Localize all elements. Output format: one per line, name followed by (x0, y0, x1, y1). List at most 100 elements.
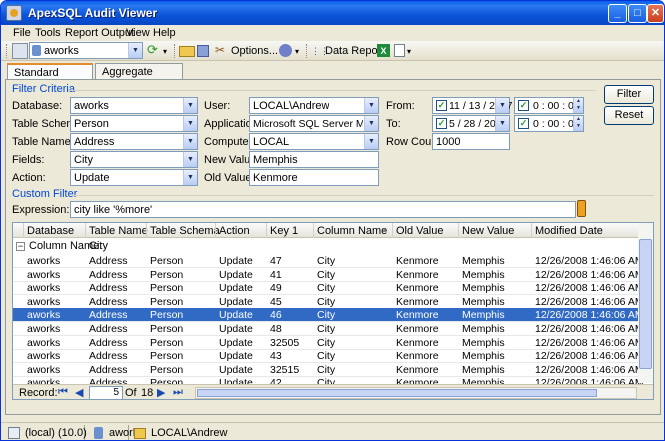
tab-aggregate-report[interactable]: Aggregate Report (95, 63, 183, 90)
chevron-down-icon[interactable]: ▼ (128, 43, 142, 58)
close-button[interactable]: ✕ (647, 4, 664, 23)
title-bar[interactable]: ApexSQL Audit Viewer _ □ ✕ (1, 1, 664, 25)
column-header-new-value[interactable]: New Value (462, 225, 514, 237)
chevron-down-icon[interactable]: ▼ (183, 116, 197, 131)
user-value: LOCAL\Andrew (253, 100, 330, 112)
menu-tools[interactable]: Tools (35, 27, 61, 39)
table-row[interactable]: aworks Address Person Update 43 City Kenmore Me… (13, 349, 645, 364)
document-icon[interactable] (394, 44, 405, 57)
chevron-down-icon[interactable]: ▼ (495, 116, 509, 131)
new-value-input[interactable]: Memphis (249, 151, 379, 168)
chevron-down-icon[interactable]: ▼ (364, 116, 378, 131)
previous-record-icon[interactable]: ◀ (75, 386, 83, 399)
table-row[interactable]: aworks Address Person Update 32505 City Kenmor… (13, 336, 645, 350)
table-cell: 49 (270, 282, 282, 295)
to-time-checkbox[interactable]: ✓ (518, 118, 529, 129)
excel-icon[interactable]: X (377, 44, 390, 57)
menu-file[interactable]: File (13, 27, 31, 39)
chevron-down-icon[interactable]: ▼ (495, 98, 509, 113)
from-time-picker[interactable]: ✓ 0 : 00 : 00 ▲ ▼ (514, 97, 584, 114)
open-folder-icon[interactable] (179, 46, 195, 57)
table-cell: 46 (270, 309, 282, 322)
reset-button[interactable]: Reset (604, 106, 654, 125)
menu-help[interactable]: Help (153, 27, 176, 39)
next-record-icon[interactable]: ▶ (157, 386, 165, 399)
action-select[interactable]: Update ▼ (70, 169, 198, 186)
chevron-down-icon[interactable]: ▼ (364, 134, 378, 149)
table-cell: Address (89, 323, 128, 335)
data-report-button[interactable]: Data Report (325, 45, 384, 57)
from-time-checkbox[interactable]: ✓ (518, 100, 529, 111)
column-header-key1[interactable]: Key 1 (270, 225, 298, 237)
filter-criteria-title: Filter Criteria (12, 83, 75, 95)
disk-icon[interactable] (197, 45, 209, 57)
table-cell: aworks (27, 336, 61, 349)
table-name-select[interactable]: Address ▼ (70, 133, 198, 150)
menu-view[interactable]: View (126, 27, 150, 39)
refresh-icon[interactable]: ⟳ (147, 43, 163, 59)
computer-select[interactable]: LOCAL ▼ (249, 133, 379, 150)
scrollbar-thumb[interactable] (197, 389, 597, 397)
table-schema-select[interactable]: Person ▼ (70, 115, 198, 132)
to-date-checkbox[interactable]: ✓ (436, 118, 447, 129)
scrollbar-thumb[interactable] (639, 239, 652, 369)
from-date-picker[interactable]: ✓ 11 / 13 / 2007 ▼ (432, 97, 512, 114)
grid-header: Database Table Name Table Schema Action … (13, 223, 653, 238)
column-header-column-name[interactable]: Column Name (317, 225, 387, 237)
toolbar-grip[interactable] (174, 44, 177, 58)
to-date-picker[interactable]: ✓ 5 / 28 / 2009 ▼ (432, 115, 510, 132)
toolbar-grip[interactable] (6, 44, 9, 58)
maximize-button[interactable]: □ (628, 4, 647, 23)
table-row[interactable]: aworks Address Person Update 49 City Kenmore Me… (13, 281, 645, 296)
table-cell: 12/26/2008 1:46:06 AM (535, 295, 644, 308)
row-count-input[interactable]: 1000 (432, 133, 510, 150)
fields-select[interactable]: City ▼ (70, 151, 198, 168)
database-combo[interactable]: aworks ▼ (29, 42, 143, 59)
options-button[interactable]: Options... (231, 45, 278, 57)
last-record-icon[interactable]: ⏭ (173, 386, 183, 399)
options-icon[interactable]: ✂ (215, 43, 231, 59)
old-value-input[interactable]: Kenmore (249, 169, 379, 186)
vertical-scrollbar[interactable] (638, 223, 653, 383)
chevron-down-icon[interactable]: ▼ (183, 170, 197, 185)
spin-icon[interactable]: ▲ ▼ (573, 116, 583, 131)
chevron-down-icon[interactable]: ▼ (364, 98, 378, 113)
application-select[interactable]: Microsoft SQL Server Manageme▼ (249, 115, 379, 132)
column-header-action[interactable]: Action (219, 225, 250, 237)
filter-button[interactable]: Filter (604, 85, 654, 104)
report-icon[interactable] (279, 44, 292, 57)
table-row[interactable]: aworks Address Person Update 41 City Kenmore Me… (13, 268, 645, 282)
toolbar-grip[interactable] (306, 44, 309, 58)
overflow-icon[interactable]: ▾ (407, 43, 423, 59)
column-header-table-schema[interactable]: Table Schema (150, 225, 220, 237)
collapse-group-icon[interactable]: − (16, 242, 25, 251)
record-input[interactable]: 5 (89, 386, 123, 399)
column-header-old-value[interactable]: Old Value (396, 225, 444, 237)
minimize-button[interactable]: _ (608, 4, 627, 23)
column-header-table-name[interactable]: Table Name (89, 225, 148, 237)
tab-standard-report[interactable]: Standard Report (7, 63, 93, 91)
table-row[interactable]: aworks Address Person Update 47 City Kenmore Me… (13, 254, 645, 268)
spin-icon[interactable]: ▲ ▼ (573, 98, 583, 113)
horizontal-scrollbar[interactable] (195, 387, 637, 399)
save-icon[interactable] (12, 43, 28, 59)
database-label: Database: (12, 100, 63, 112)
record-label: Record: (19, 387, 58, 399)
chevron-down-icon[interactable]: ▼ (183, 152, 197, 167)
chevron-down-icon[interactable]: ▼ (183, 98, 197, 113)
table-row[interactable]: aworks Address Person Update 46 City Kenmore Me… (13, 308, 645, 323)
table-row[interactable]: aworks Address Person Update 32515 City Kenmor… (13, 363, 645, 377)
user-select[interactable]: LOCAL\Andrew ▼ (249, 97, 379, 114)
table-row[interactable]: aworks Address Person Update 45 City Kenmore Me… (13, 295, 645, 309)
expression-input[interactable]: city like '%more' (70, 201, 576, 218)
first-record-icon[interactable]: ⏮ (58, 386, 68, 399)
chevron-down-icon[interactable]: ▼ (183, 134, 197, 149)
from-date-checkbox[interactable]: ✓ (436, 100, 447, 111)
column-header-database[interactable]: Database (27, 225, 74, 237)
expression-builder-icon[interactable] (577, 200, 586, 217)
menu-report-output[interactable]: Report Output (65, 27, 134, 39)
column-header-modified-date[interactable]: Modified Date (535, 225, 603, 237)
database-select[interactable]: aworks ▼ (70, 97, 198, 114)
table-row[interactable]: aworks Address Person Update 48 City Kenmore Me… (13, 322, 645, 336)
to-time-picker[interactable]: ✓ 0 : 00 : 00 ▲ ▼ (514, 115, 584, 132)
